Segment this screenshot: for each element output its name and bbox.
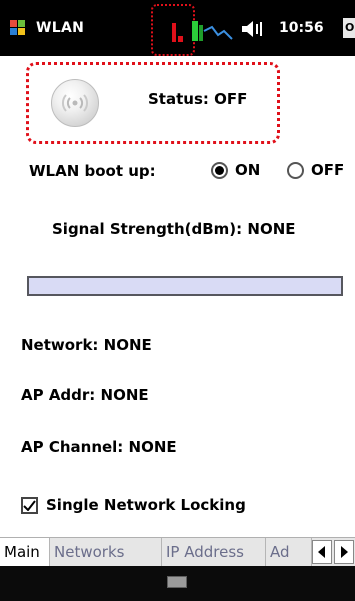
ap-channel-label: AP Channel: NONE <box>21 438 177 456</box>
single-network-locking-label: Single Network Locking <box>46 496 246 514</box>
boot-off-label: OFF <box>311 161 345 179</box>
app-title: WLAN <box>36 20 85 36</box>
tab-advanced[interactable]: Ad <box>266 538 312 567</box>
keyboard-icon[interactable] <box>167 576 187 588</box>
tab-bar: Main Networks IP Address Ad <box>0 537 355 567</box>
windows-logo-icon[interactable] <box>10 20 26 36</box>
signal-strength-label: Signal Strength(dBm): NONE <box>52 220 296 238</box>
arrow-left-icon <box>318 546 325 558</box>
network-label: Network: NONE <box>21 336 152 354</box>
boot-on-radio[interactable]: ON <box>211 161 260 179</box>
arrow-right-icon <box>341 546 348 558</box>
network-activity-icon[interactable] <box>192 19 236 43</box>
tab-ip-address[interactable]: IP Address <box>162 538 266 567</box>
signal-strength-icon-base <box>178 36 183 42</box>
tab-scroll-arrows <box>312 540 355 564</box>
tab-main[interactable]: Main <box>0 538 50 567</box>
title-bar: WLAN 10:56 OK <box>0 0 355 56</box>
checkbox-checked-icon[interactable] <box>21 496 38 514</box>
tab-scroll-left-button[interactable] <box>312 540 332 564</box>
clock[interactable]: 10:56 <box>279 20 324 36</box>
boot-on-label: ON <box>235 161 261 179</box>
boot-off-radio[interactable]: OFF <box>287 161 344 179</box>
single-network-locking-checkbox[interactable]: Single Network Locking <box>21 496 246 514</box>
tab-scroll-right-button[interactable] <box>334 540 354 564</box>
signal-strength-icon[interactable] <box>172 23 176 42</box>
radio-unselected-icon[interactable] <box>287 161 304 179</box>
tab-networks[interactable]: Networks <box>50 538 162 567</box>
wlan-power-icon[interactable] <box>51 79 99 127</box>
boot-label: WLAN boot up: <box>29 162 156 180</box>
radio-selected-icon[interactable] <box>211 161 228 179</box>
status-label: Status: OFF <box>148 90 248 108</box>
signal-strength-bar <box>27 276 343 296</box>
volume-icon[interactable] <box>239 19 265 39</box>
ok-button[interactable]: OK <box>343 18 355 38</box>
ap-addr-label: AP Addr: NONE <box>21 386 149 404</box>
